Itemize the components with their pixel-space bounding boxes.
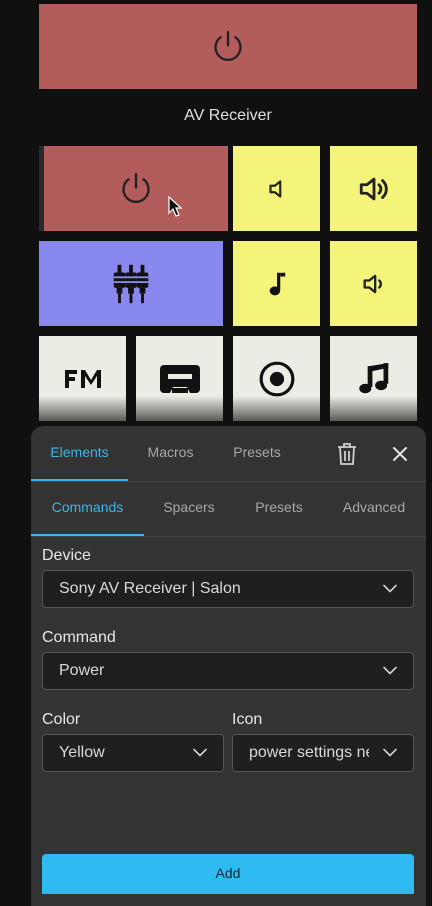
icon-select[interactable]: power settings new (232, 734, 414, 772)
power-icon (214, 30, 242, 61)
color-select[interactable]: Yellow (42, 734, 224, 772)
cassette-tile[interactable] (136, 336, 223, 421)
subtab-label: Commands (51, 499, 124, 515)
command-select[interactable]: Power (42, 652, 414, 690)
disc-tile[interactable] (233, 336, 320, 421)
icon-label: Icon (232, 711, 263, 728)
subtab-label: Spacers (163, 499, 215, 515)
device-select[interactable]: Sony AV Receiver | Salon (42, 570, 414, 608)
volume-mute-icon (268, 179, 281, 198)
color-value: Yellow (59, 744, 105, 761)
tab-label: Elements (50, 444, 109, 460)
subtab-commands[interactable]: Commands (31, 481, 144, 536)
close-button[interactable] (384, 438, 416, 470)
av-power-tile[interactable] (44, 146, 228, 231)
editor-panel: Elements Macros Presets Commands Spacers… (31, 426, 426, 906)
chevron-down-icon (383, 666, 397, 675)
subtab-advanced[interactable]: Advanced (324, 481, 424, 536)
color-label: Color (42, 711, 81, 728)
power-icon (122, 172, 150, 203)
subtabs-divider (31, 536, 426, 537)
chevron-down-icon (383, 748, 397, 757)
chevron-down-icon (383, 584, 397, 593)
tab-elements[interactable]: Elements (31, 426, 128, 481)
volume-up-icon (359, 177, 388, 200)
close-icon (393, 447, 407, 461)
subtab-label: Presets (255, 499, 303, 515)
mute-tile[interactable] (233, 146, 320, 231)
delete-button[interactable] (331, 438, 363, 470)
trash-icon (338, 443, 356, 465)
editor-tabs: Elements Macros Presets (31, 426, 426, 481)
tab-label: Presets (233, 444, 281, 460)
tab-macros[interactable]: Macros (128, 426, 213, 481)
fm-tile[interactable] (39, 336, 126, 421)
volume-down-tile[interactable] (330, 241, 417, 326)
inputs-tile[interactable] (39, 241, 223, 326)
subtab-presets[interactable]: Presets (234, 481, 324, 536)
device-value: Sony AV Receiver | Salon (59, 580, 241, 597)
music-tile[interactable] (233, 241, 320, 326)
tab-label: Macros (147, 444, 194, 460)
command-label: Command (42, 629, 116, 646)
icon-value: power settings new (249, 744, 369, 761)
device-label: Device (42, 547, 91, 564)
tab-presets[interactable]: Presets (213, 426, 301, 481)
fm-radio-icon (64, 369, 101, 388)
audio-inputs-icon (113, 264, 149, 303)
music-notes-icon (358, 362, 388, 393)
cassette-icon (159, 364, 200, 393)
subtab-spacers[interactable]: Spacers (144, 481, 234, 536)
volume-down-icon (363, 274, 382, 293)
section-title: AV Receiver (184, 107, 272, 124)
command-value: Power (59, 662, 105, 679)
top-power-tile[interactable] (39, 4, 417, 89)
volume-up-tile[interactable] (330, 146, 417, 231)
disc-icon (259, 361, 294, 396)
music-note-icon (269, 272, 285, 295)
music-library-tile[interactable] (330, 336, 417, 421)
chevron-down-icon (193, 748, 207, 757)
subtab-label: Advanced (342, 499, 406, 515)
mouse-cursor-icon (168, 196, 183, 217)
add-button[interactable]: Add (42, 854, 414, 894)
